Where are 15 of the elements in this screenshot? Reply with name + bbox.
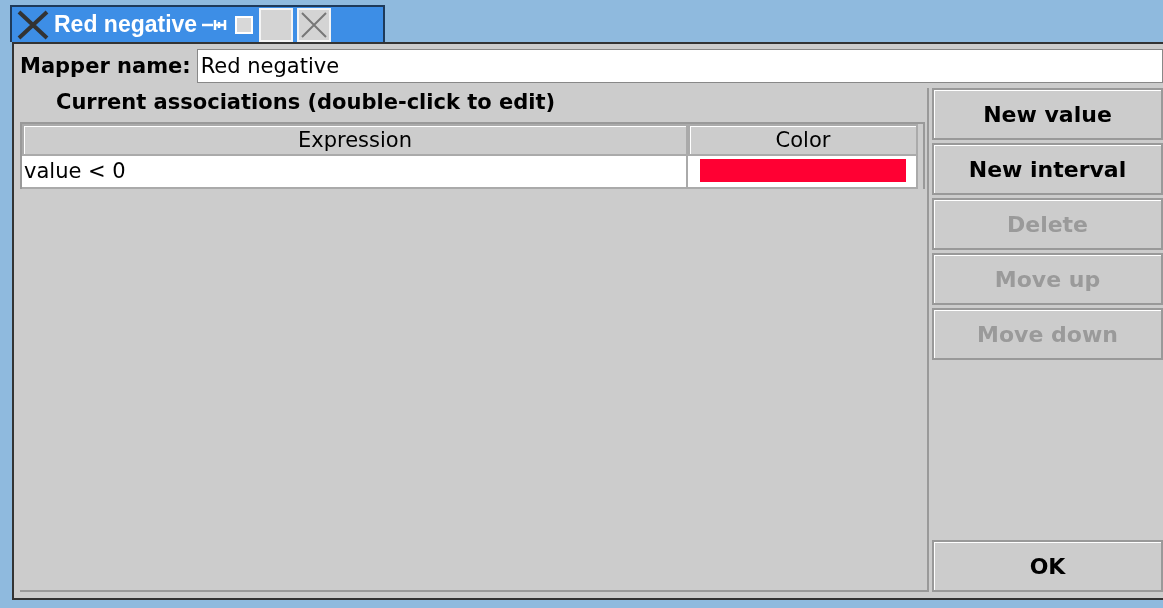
window-title: Red negative (54, 11, 198, 38)
color-swatch[interactable] (700, 159, 906, 182)
action-button[interactable]: New value (932, 88, 1163, 140)
ok-button[interactable]: OK (932, 540, 1163, 592)
close-icon[interactable] (297, 7, 332, 42)
section-caption: Current associations (double-click to edit) (55, 89, 557, 116)
minimize-icon[interactable] (233, 13, 256, 36)
table-cell: value < 0 (22, 156, 688, 189)
field-label: Mapper name: (20, 54, 191, 78)
action-button[interactable]: New interval (932, 143, 1163, 195)
column-header[interactable]: Expression (22, 124, 688, 156)
x-logo-icon (16, 9, 50, 40)
maximize-icon[interactable] (259, 7, 294, 42)
column-header[interactable]: Color (688, 124, 918, 156)
mapper-name-field[interactable]: Red negative (196, 49, 1163, 83)
